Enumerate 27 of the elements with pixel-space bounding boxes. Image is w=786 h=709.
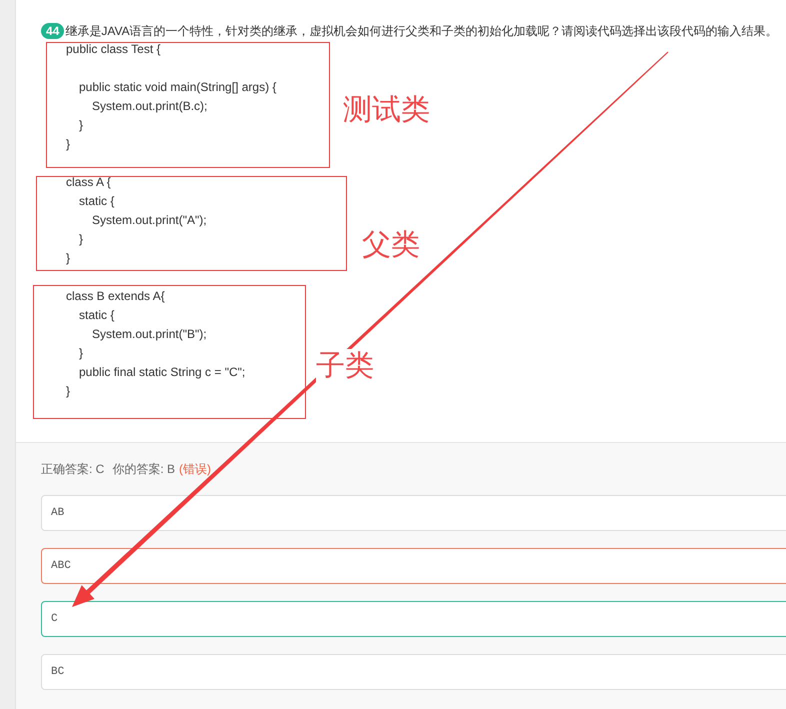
- code-line: public static void main(String[] args) {: [79, 79, 276, 96]
- code-line: class B extends A{: [66, 288, 165, 305]
- question-text: 继承是JAVA语言的一个特性，针对类的继承，虚拟机会如何进行父类和子类的初始化加载呢？请阅读代码选择出该段代码的输入结果。: [65, 23, 778, 39]
- code-line: static {: [79, 307, 114, 324]
- code-line: }: [66, 136, 70, 153]
- code-line: class A {: [66, 174, 111, 191]
- correct-answer: 正确答案: C: [41, 461, 104, 477]
- question-number-badge: 44: [41, 23, 64, 39]
- code-line: }: [79, 117, 84, 134]
- code-line: static {: [79, 193, 114, 210]
- answer-option[interactable]: AB: [41, 495, 786, 531]
- answer-option[interactable]: ABC: [41, 548, 786, 584]
- code-line: }: [66, 383, 70, 400]
- code-line: }: [66, 250, 70, 267]
- code-line: }: [79, 231, 84, 248]
- code-line: public class Test {: [66, 41, 160, 58]
- annotation-label: 父类: [362, 228, 420, 262]
- code-line: System.out.print(B.c);: [92, 98, 208, 115]
- your-answer: 你的答案: B: [112, 461, 176, 477]
- answer-option[interactable]: C: [41, 601, 786, 637]
- code-line: public final static String c = "C";: [79, 364, 246, 381]
- code-line: }: [79, 345, 84, 362]
- annotation-label: 子类: [316, 349, 374, 383]
- code-line: System.out.print("A");: [92, 212, 207, 229]
- verdict-label: (错误): [179, 461, 212, 477]
- answer-option[interactable]: BC: [41, 654, 786, 690]
- code-line: System.out.print("B");: [92, 326, 207, 343]
